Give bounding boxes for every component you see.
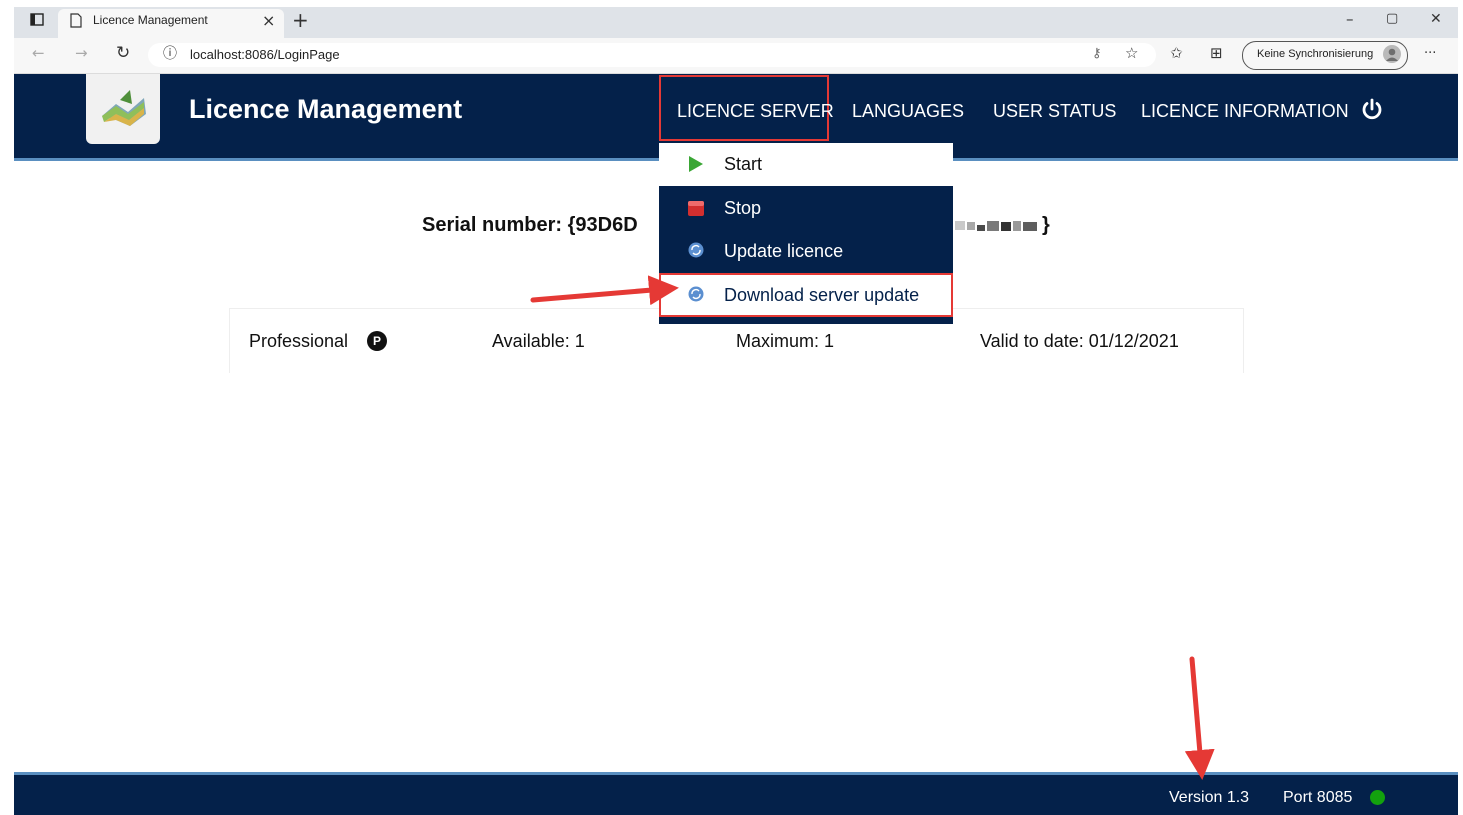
- collections-icon[interactable]: ⊞: [1210, 46, 1223, 61]
- menu-item-start-label: Start: [724, 154, 763, 174]
- nav-languages[interactable]: LANGUAGES: [852, 101, 964, 122]
- favorites-icon[interactable]: ✩: [1170, 46, 1183, 61]
- info-icon[interactable]: ⓘ: [163, 47, 177, 61]
- licence-maximum: Maximum: 1: [736, 331, 835, 351]
- back-icon[interactable]: ←: [32, 46, 45, 61]
- window-maximize-button[interactable]: ▢: [1386, 12, 1398, 25]
- nav-licence-information[interactable]: LICENCE INFORMATION: [1141, 101, 1349, 122]
- app-logo: [86, 74, 160, 144]
- new-tab-button[interactable]: +: [292, 10, 309, 30]
- port-label: Port 8085: [1283, 789, 1353, 806]
- sync-globe-icon: [688, 242, 704, 262]
- more-menu-icon[interactable]: ···: [1424, 47, 1436, 60]
- annotation-arrow-menu: [530, 275, 679, 306]
- tab-title: Licence Management: [93, 13, 208, 27]
- app-title: Licence Management: [189, 94, 463, 124]
- menu-item-stop-label: Stop: [724, 198, 762, 218]
- nav-licence-server[interactable]: LICENCE SERVER: [677, 101, 834, 122]
- serial-number-redacted: [953, 216, 1041, 236]
- page-icon: [70, 13, 82, 32]
- window-close-button[interactable]: ✕: [1430, 12, 1442, 26]
- version-label: Version 1.3: [1169, 789, 1250, 806]
- licence-valid-to: Valid to date: 01/12/2021: [980, 331, 1179, 351]
- menu-item-download-server-update-label: Download server update: [724, 285, 920, 305]
- favorite-add-icon[interactable]: ☆: [1125, 46, 1138, 61]
- power-icon[interactable]: [1360, 98, 1384, 126]
- menu-item-update-licence-label: Update licence: [724, 241, 844, 261]
- annotation-arrow-version: [1184, 656, 1215, 780]
- tab-actions-icon[interactable]: [30, 13, 44, 29]
- sync-label: Keine Synchronisierung: [1257, 48, 1374, 60]
- url-text[interactable]: localhost:8086/LoginPage: [190, 47, 340, 62]
- avatar[interactable]: [1383, 45, 1401, 67]
- server-status-indicator: [1370, 790, 1385, 805]
- nav-user-status[interactable]: USER STATUS: [993, 101, 1116, 122]
- licence-available: Available: 1: [492, 331, 585, 351]
- play-icon: [688, 155, 704, 177]
- stop-icon: [688, 201, 704, 220]
- key-icon[interactable]: ⚷: [1092, 47, 1102, 60]
- forward-icon[interactable]: →: [75, 46, 88, 61]
- licence-edition: Professional: [249, 331, 349, 351]
- sync-globe-icon: [688, 286, 704, 306]
- edition-badge: P: [367, 331, 387, 351]
- serial-number-label: Serial number: {93D6D: [422, 214, 638, 236]
- serial-number-end: }: [1042, 214, 1050, 236]
- refresh-icon[interactable]: ↻: [116, 45, 130, 62]
- tab-close-icon[interactable]: ×: [262, 13, 275, 29]
- window-minimize-button[interactable]: –: [1346, 12, 1354, 27]
